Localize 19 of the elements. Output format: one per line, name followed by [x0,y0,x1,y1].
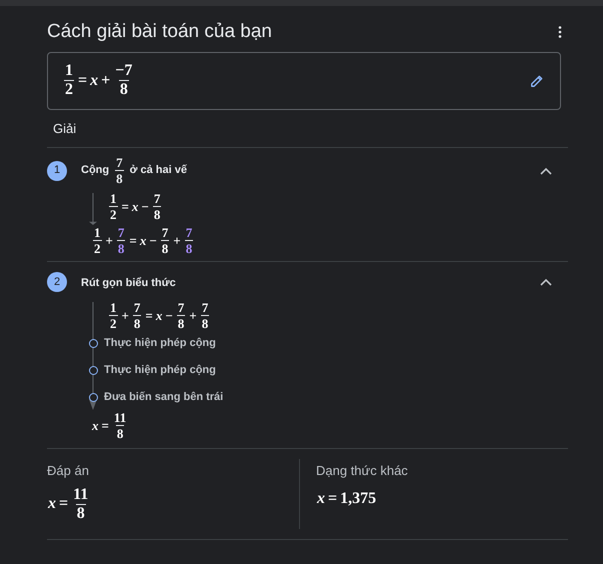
more-menu-icon[interactable] [558,26,562,38]
answer-equation: x = 1,375 [316,488,378,508]
step-number: 1 [47,160,67,180]
substep-text[interactable]: Thực hiện phép cộng [104,362,216,379]
substep-ring-icon [89,393,98,402]
page-title: Cách giải bài toán của bạn [47,20,272,44]
chevron-up-icon[interactable] [540,278,552,286]
substep-ring-icon [89,366,98,375]
chevron-up-icon[interactable] [540,166,552,174]
timeline-arrow [89,193,97,225]
section-label: Giải [53,120,78,138]
step-title: Rút gọn biểu thức [81,276,176,291]
substep-ring-icon [89,339,98,348]
edit-pencil-icon[interactable] [530,74,544,88]
substep-text[interactable]: Thực hiện phép cộng [104,335,216,352]
answer-label: Dạng thức khác [316,462,409,480]
answer-label: Đáp án [47,462,90,480]
substep-text[interactable]: Đưa biến sang bên trái [104,389,224,406]
step-number: 2 [47,272,67,292]
